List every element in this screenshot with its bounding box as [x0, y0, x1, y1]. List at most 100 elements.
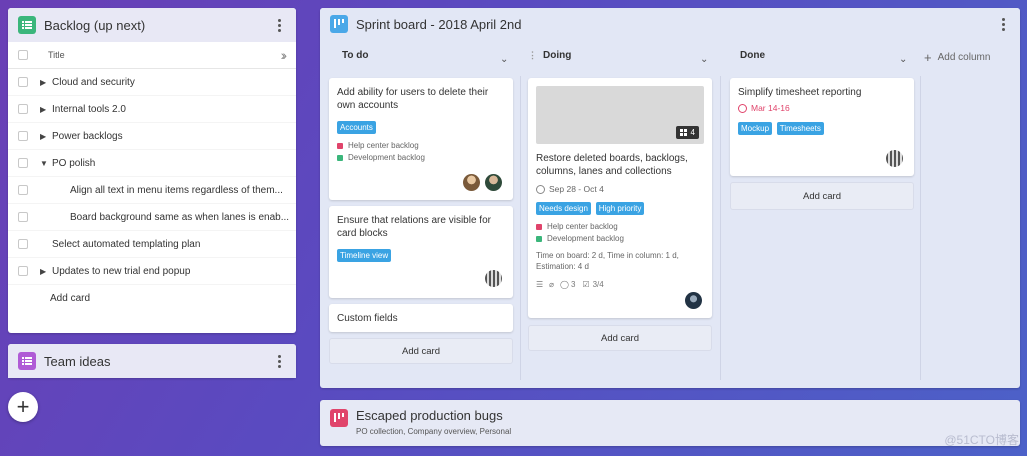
board-icon [330, 409, 348, 427]
row-title: Internal tools 2.0 [52, 103, 126, 115]
row-checkbox[interactable] [18, 212, 28, 222]
add-card-label: Add card [401, 345, 441, 357]
title-column-label: Title [48, 50, 65, 60]
row-checkbox[interactable] [18, 104, 28, 114]
tag-timeline-view[interactable]: Timeline view [337, 249, 392, 262]
row-checkbox[interactable] [18, 158, 28, 168]
comment-count: 3 [570, 280, 576, 289]
table-row[interactable]: ▶ Updates to new trial end popup [8, 258, 296, 285]
card-relations-visible[interactable]: Ensure that relations are visible for ca… [329, 206, 513, 298]
time-info: Time on board: 2 d, Time in column: 1 d,… [536, 251, 679, 271]
tag-timesheets[interactable]: Timesheets [776, 122, 824, 135]
sprint-board-header: Sprint board - 2018 April 2nd [320, 8, 1020, 40]
sprint-board-title: Sprint board - 2018 April 2nd [356, 16, 522, 32]
todo-add-card-button[interactable]: Add card [329, 338, 513, 364]
card-delete-accounts[interactable]: Add ability for users to delete their ow… [329, 78, 513, 200]
clock-icon [536, 184, 545, 194]
table-row[interactable]: ▶ Internal tools 2.0 [8, 96, 296, 123]
card-dates: Sep 28 - Oct 4 [536, 184, 704, 194]
row-checkbox[interactable] [18, 77, 28, 87]
doing-add-card-button[interactable]: Add card [528, 325, 712, 351]
list-icon [18, 352, 36, 370]
list-icon [18, 16, 36, 34]
escaped-bugs-panel[interactable]: Escaped production bugs PO collection, C… [320, 400, 1020, 446]
card-due-date: Mar 14-16 [738, 103, 906, 113]
board-icon [330, 15, 348, 33]
tag-mockup[interactable]: Mockup [738, 122, 773, 135]
select-all-checkbox[interactable] [18, 50, 28, 60]
row-checkbox[interactable] [18, 239, 28, 249]
table-row[interactable]: Board background same as when lanes is e… [8, 204, 296, 231]
expand-right-icon[interactable]: ▶ [40, 267, 52, 276]
row-title: Cloud and security [52, 76, 135, 88]
avatar[interactable] [886, 150, 903, 167]
tag-needs-design[interactable]: Needs design [536, 202, 591, 215]
drag-handle-icon[interactable]: ⋮ [528, 50, 537, 61]
column-doing-title: Doing [543, 50, 572, 61]
backlog-column-header: Title ›› [8, 42, 296, 69]
tag-high-priority[interactable]: High priority [595, 202, 645, 215]
column-todo-title: To do [342, 50, 369, 61]
backlog-menu-icon[interactable] [272, 18, 286, 32]
card-simplify-timesheet[interactable]: Simplify timesheet reporting Mar 14-16 M… [730, 78, 914, 176]
expand-columns-icon[interactable]: ›› [281, 47, 288, 63]
collapse-down-icon[interactable]: ▼ [40, 159, 52, 168]
watermark: @51CTO博客 [944, 433, 1019, 447]
row-checkbox[interactable] [18, 185, 28, 195]
column-doing-header[interactable]: ⋮ Doing [528, 50, 571, 61]
tag-accounts[interactable]: Accounts [337, 121, 376, 134]
row-title: Board background same as when lanes is e… [70, 211, 290, 223]
card-restore-deleted[interactable]: 4 Restore deleted boards, backlogs, colu… [528, 78, 712, 318]
row-title: Updates to new trial end popup [52, 265, 191, 277]
card-title: Restore deleted boards, backlogs, column… [536, 153, 688, 177]
card-title: Simplify timesheet reporting [738, 87, 862, 98]
team-ideas-panel[interactable]: Team ideas [8, 344, 296, 378]
add-column-button[interactable]: + Add column [924, 50, 990, 65]
add-card-label: Add card [600, 332, 640, 344]
card-title: Custom fields [337, 313, 398, 324]
avatar[interactable] [463, 174, 480, 191]
add-card-label: Add card [50, 293, 91, 304]
chevron-down-icon[interactable]: ⌄ [500, 54, 508, 65]
image-count-badge: 4 [675, 126, 699, 139]
row-checkbox[interactable] [18, 131, 28, 141]
sprint-board-menu-icon[interactable] [996, 17, 1010, 31]
card-custom-fields[interactable]: Custom fields [329, 304, 513, 332]
avatar[interactable] [685, 292, 702, 309]
column-todo-header[interactable]: To do [342, 50, 368, 61]
add-block-button[interactable]: + [8, 392, 38, 422]
card-cover-image[interactable]: 4 [536, 86, 704, 144]
backlog-header: Backlog (up next) [8, 8, 296, 42]
column-done-title: Done [740, 50, 765, 61]
expand-right-icon[interactable]: ▶ [40, 105, 52, 114]
row-title: PO polish [52, 157, 96, 169]
team-ideas-header: Team ideas [8, 344, 296, 378]
checklist-count: 3/4 [592, 280, 604, 289]
table-row[interactable]: Align all text in menu items regardless … [8, 177, 296, 204]
table-row[interactable]: ▶ Cloud and security [8, 69, 296, 96]
table-row[interactable]: Select automated templating plan [8, 231, 296, 258]
add-column-label: Add column [937, 52, 991, 63]
avatar[interactable] [485, 270, 502, 287]
checklist-icon: ☑ [582, 280, 590, 289]
expand-right-icon[interactable]: ▶ [40, 78, 52, 87]
backlog-add-card[interactable]: Add card [8, 285, 296, 312]
table-row[interactable]: ▶ Power backlogs [8, 123, 296, 150]
column-done-header[interactable]: Done [740, 50, 765, 61]
backlog-title: Backlog (up next) [44, 17, 146, 33]
card-title: Ensure that relations are visible for ca… [337, 215, 491, 239]
done-add-card-button[interactable]: Add card [730, 182, 914, 210]
chevron-down-icon[interactable]: ⌄ [700, 54, 708, 65]
escaped-bugs-subtitle: PO collection, Company overview, Persona… [356, 427, 512, 436]
table-row[interactable]: ▼ PO polish [8, 150, 296, 177]
row-checkbox[interactable] [18, 266, 28, 276]
grid-icon [679, 128, 687, 136]
escaped-bugs-header: Escaped production bugs PO collection, C… [320, 400, 1020, 444]
avatar[interactable] [485, 174, 502, 191]
chevron-down-icon[interactable]: ⌄ [899, 54, 907, 65]
row-title: Power backlogs [52, 130, 123, 142]
team-ideas-menu-icon[interactable] [272, 354, 286, 368]
plus-icon: + [924, 50, 932, 65]
comment-icon: ◯ [560, 280, 569, 289]
expand-right-icon[interactable]: ▶ [40, 132, 52, 141]
